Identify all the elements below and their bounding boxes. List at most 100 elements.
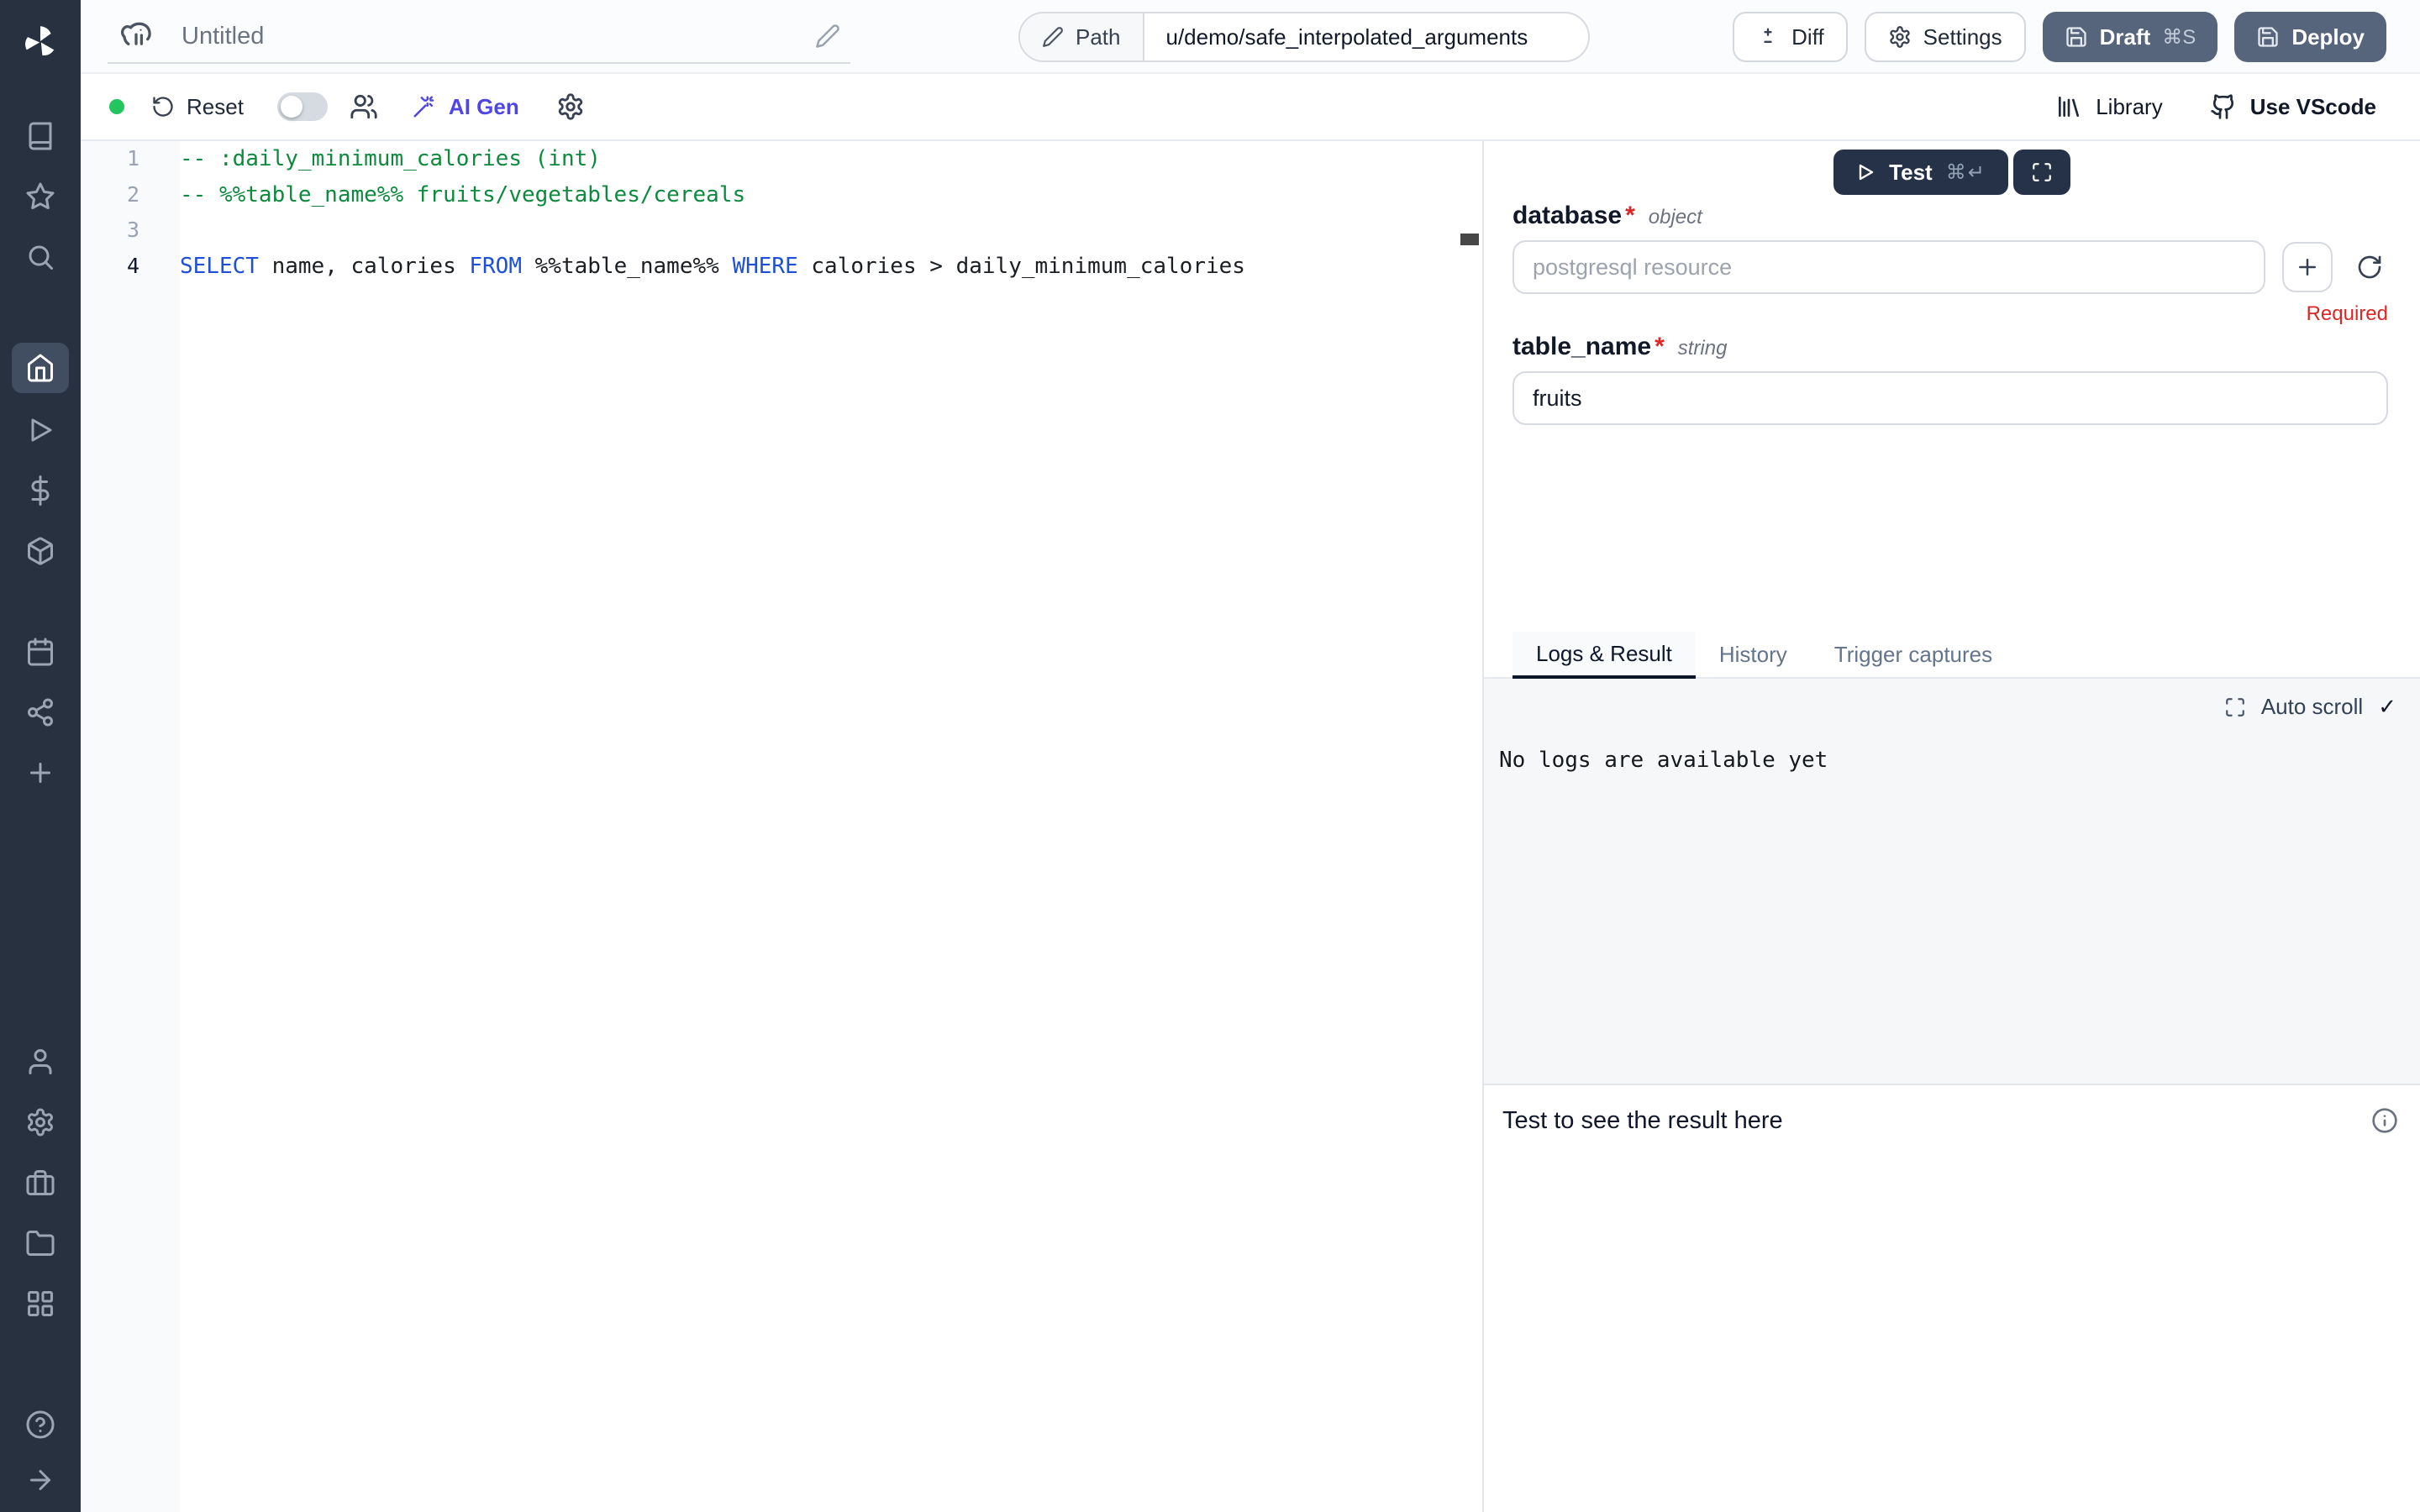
status-dot <box>109 99 124 114</box>
path-field[interactable]: Path u/demo/safe_interpolated_arguments <box>1018 12 1590 62</box>
toggle-knob <box>281 96 302 118</box>
required-asterisk: * <box>1625 202 1635 230</box>
settings-gear-icon <box>1888 25 1912 49</box>
usage-dollar-icon[interactable] <box>12 465 69 516</box>
test-button[interactable]: Test ⌘↵ <box>1833 150 2008 195</box>
code-line[interactable]: 4SELECT name, calories FROM %%table_name… <box>81 249 1482 285</box>
deploy-button[interactable]: Deploy <box>2234 12 2386 62</box>
docs-icon[interactable] <box>12 111 69 161</box>
resources-package-icon[interactable] <box>12 526 69 576</box>
line-number: 2 <box>81 177 180 213</box>
use-vscode-button[interactable]: Use VScode <box>2210 93 2376 120</box>
runs-play-icon[interactable] <box>12 405 69 455</box>
test-label: Test <box>1889 160 1933 186</box>
collab-toggle[interactable] <box>277 92 328 121</box>
help-icon[interactable] <box>12 1399 69 1450</box>
settings-label: Settings <box>1923 24 2002 50</box>
refresh-icon <box>2356 254 2383 281</box>
database-input[interactable] <box>1512 240 2265 294</box>
required-hint: Required <box>1512 302 2388 326</box>
ai-gen-button[interactable]: AI Gen <box>412 94 519 120</box>
schedules-calendar-icon[interactable] <box>12 627 69 677</box>
user-icon[interactable] <box>12 1037 69 1087</box>
field-type: object <box>1649 206 1702 229</box>
info-icon[interactable] <box>2371 1107 2398 1134</box>
maximize-icon <box>2031 161 2053 183</box>
wand-icon <box>412 94 437 119</box>
table-name-input[interactable] <box>1512 371 2388 425</box>
tab-logs-result[interactable]: Logs & Result <box>1512 632 1696 679</box>
add-resource-button[interactable] <box>2282 242 2333 292</box>
apps-grid-icon[interactable] <box>12 1278 69 1329</box>
search-icon[interactable] <box>12 232 69 282</box>
edit-path-pencil-icon <box>1042 26 1064 48</box>
refresh-resources-button[interactable] <box>2356 254 2383 281</box>
line-number: 1 <box>81 141 180 177</box>
code-line[interactable]: 3 <box>81 213 1482 249</box>
reset-button[interactable]: Reset <box>151 94 244 120</box>
required-asterisk: * <box>1655 333 1665 361</box>
settings-gear-icon[interactable] <box>12 1097 69 1147</box>
library-button[interactable]: Library <box>2055 93 2162 120</box>
collapse-arrow-icon[interactable] <box>12 1455 69 1505</box>
script-title[interactable]: Untitled <box>182 23 815 50</box>
result-hint: Test to see the result here <box>1502 1107 1783 1135</box>
use-vscode-label: Use VScode <box>2250 94 2376 120</box>
code-editor-lines: 1-- :daily_minimum_calories (int)2-- %%t… <box>81 141 1482 284</box>
diff-label: Diff <box>1791 24 1824 50</box>
expand-logs-icon[interactable] <box>2224 696 2246 718</box>
reset-icon <box>151 95 175 118</box>
draft-shortcut: ⌘S <box>2162 25 2196 50</box>
draft-label: Draft <box>2100 24 2151 50</box>
path-label-segment[interactable]: Path <box>1020 13 1144 60</box>
script-title-field[interactable]: Untitled <box>108 10 850 64</box>
sidebar <box>0 0 81 1512</box>
create-plus-icon[interactable] <box>12 748 69 798</box>
windmill-logo-icon[interactable] <box>12 17 69 67</box>
github-icon <box>2210 93 2237 120</box>
test-shortcut: ⌘↵ <box>1946 160 1986 185</box>
field-name: table_name <box>1512 333 1651 361</box>
fullscreen-test-button[interactable] <box>2013 150 2070 195</box>
code-editor[interactable]: 1-- :daily_minimum_calories (int)2-- %%t… <box>81 141 1482 1512</box>
path-value[interactable]: u/demo/safe_interpolated_arguments <box>1144 13 1550 60</box>
folders-icon[interactable] <box>12 1218 69 1268</box>
editor-settings-gear-icon[interactable] <box>556 92 585 121</box>
editor-toolbar: Reset AI Gen Library Use VScode <box>81 74 2420 141</box>
settings-button[interactable]: Settings <box>1865 12 2026 62</box>
edit-title-pencil-icon[interactable] <box>815 24 840 49</box>
flows-share-icon[interactable] <box>12 687 69 738</box>
play-icon <box>1855 162 1876 182</box>
table-name-field-block: table_name * string <box>1512 333 2388 425</box>
home-icon[interactable] <box>12 343 69 393</box>
reset-label: Reset <box>187 94 244 120</box>
tab-trigger-captures[interactable]: Trigger captures <box>1811 632 2016 677</box>
tab-history[interactable]: History <box>1696 632 1811 677</box>
database-field-label: database * object <box>1512 202 2388 230</box>
code-line[interactable]: 1-- :daily_minimum_calories (int) <box>81 141 1482 177</box>
favorites-star-icon[interactable] <box>12 171 69 222</box>
field-type: string <box>1678 337 1728 360</box>
postgresql-icon <box>118 18 155 55</box>
app-root: Untitled Path u/demo/safe_interpolated_a… <box>0 0 2420 1512</box>
toolbar-right: Library Use VScode <box>2055 93 2376 120</box>
test-button-row: Test ⌘↵ <box>1484 150 2420 195</box>
code-text: SELECT name, calories FROM %%table_name%… <box>180 249 1245 285</box>
code-text: -- :daily_minimum_calories (int) <box>180 141 601 177</box>
draft-button[interactable]: Draft ⌘S <box>2043 12 2218 62</box>
auto-scroll-label[interactable]: Auto scroll <box>2261 694 2363 720</box>
logs-controls: Auto scroll ✓ <box>2224 694 2396 720</box>
users-icon[interactable] <box>350 92 378 121</box>
code-line[interactable]: 2-- %%table_name%% fruits/vegetables/cer… <box>81 177 1482 213</box>
database-field-row <box>1512 240 2388 294</box>
workers-briefcase-icon[interactable] <box>12 1158 69 1208</box>
header-actions: Diff Settings Draft ⌘S Deploy <box>1733 12 2386 62</box>
auto-scroll-check-icon[interactable]: ✓ <box>2378 694 2396 720</box>
table-name-field-row <box>1512 371 2388 425</box>
ai-gen-label: AI Gen <box>449 94 519 120</box>
save-icon <box>2065 25 2088 49</box>
library-label: Library <box>2096 94 2162 120</box>
result-tabs: Logs & Result History Trigger captures <box>1484 632 2420 679</box>
diff-button[interactable]: Diff <box>1733 12 1848 62</box>
top-header: Untitled Path u/demo/safe_interpolated_a… <box>81 0 2420 74</box>
